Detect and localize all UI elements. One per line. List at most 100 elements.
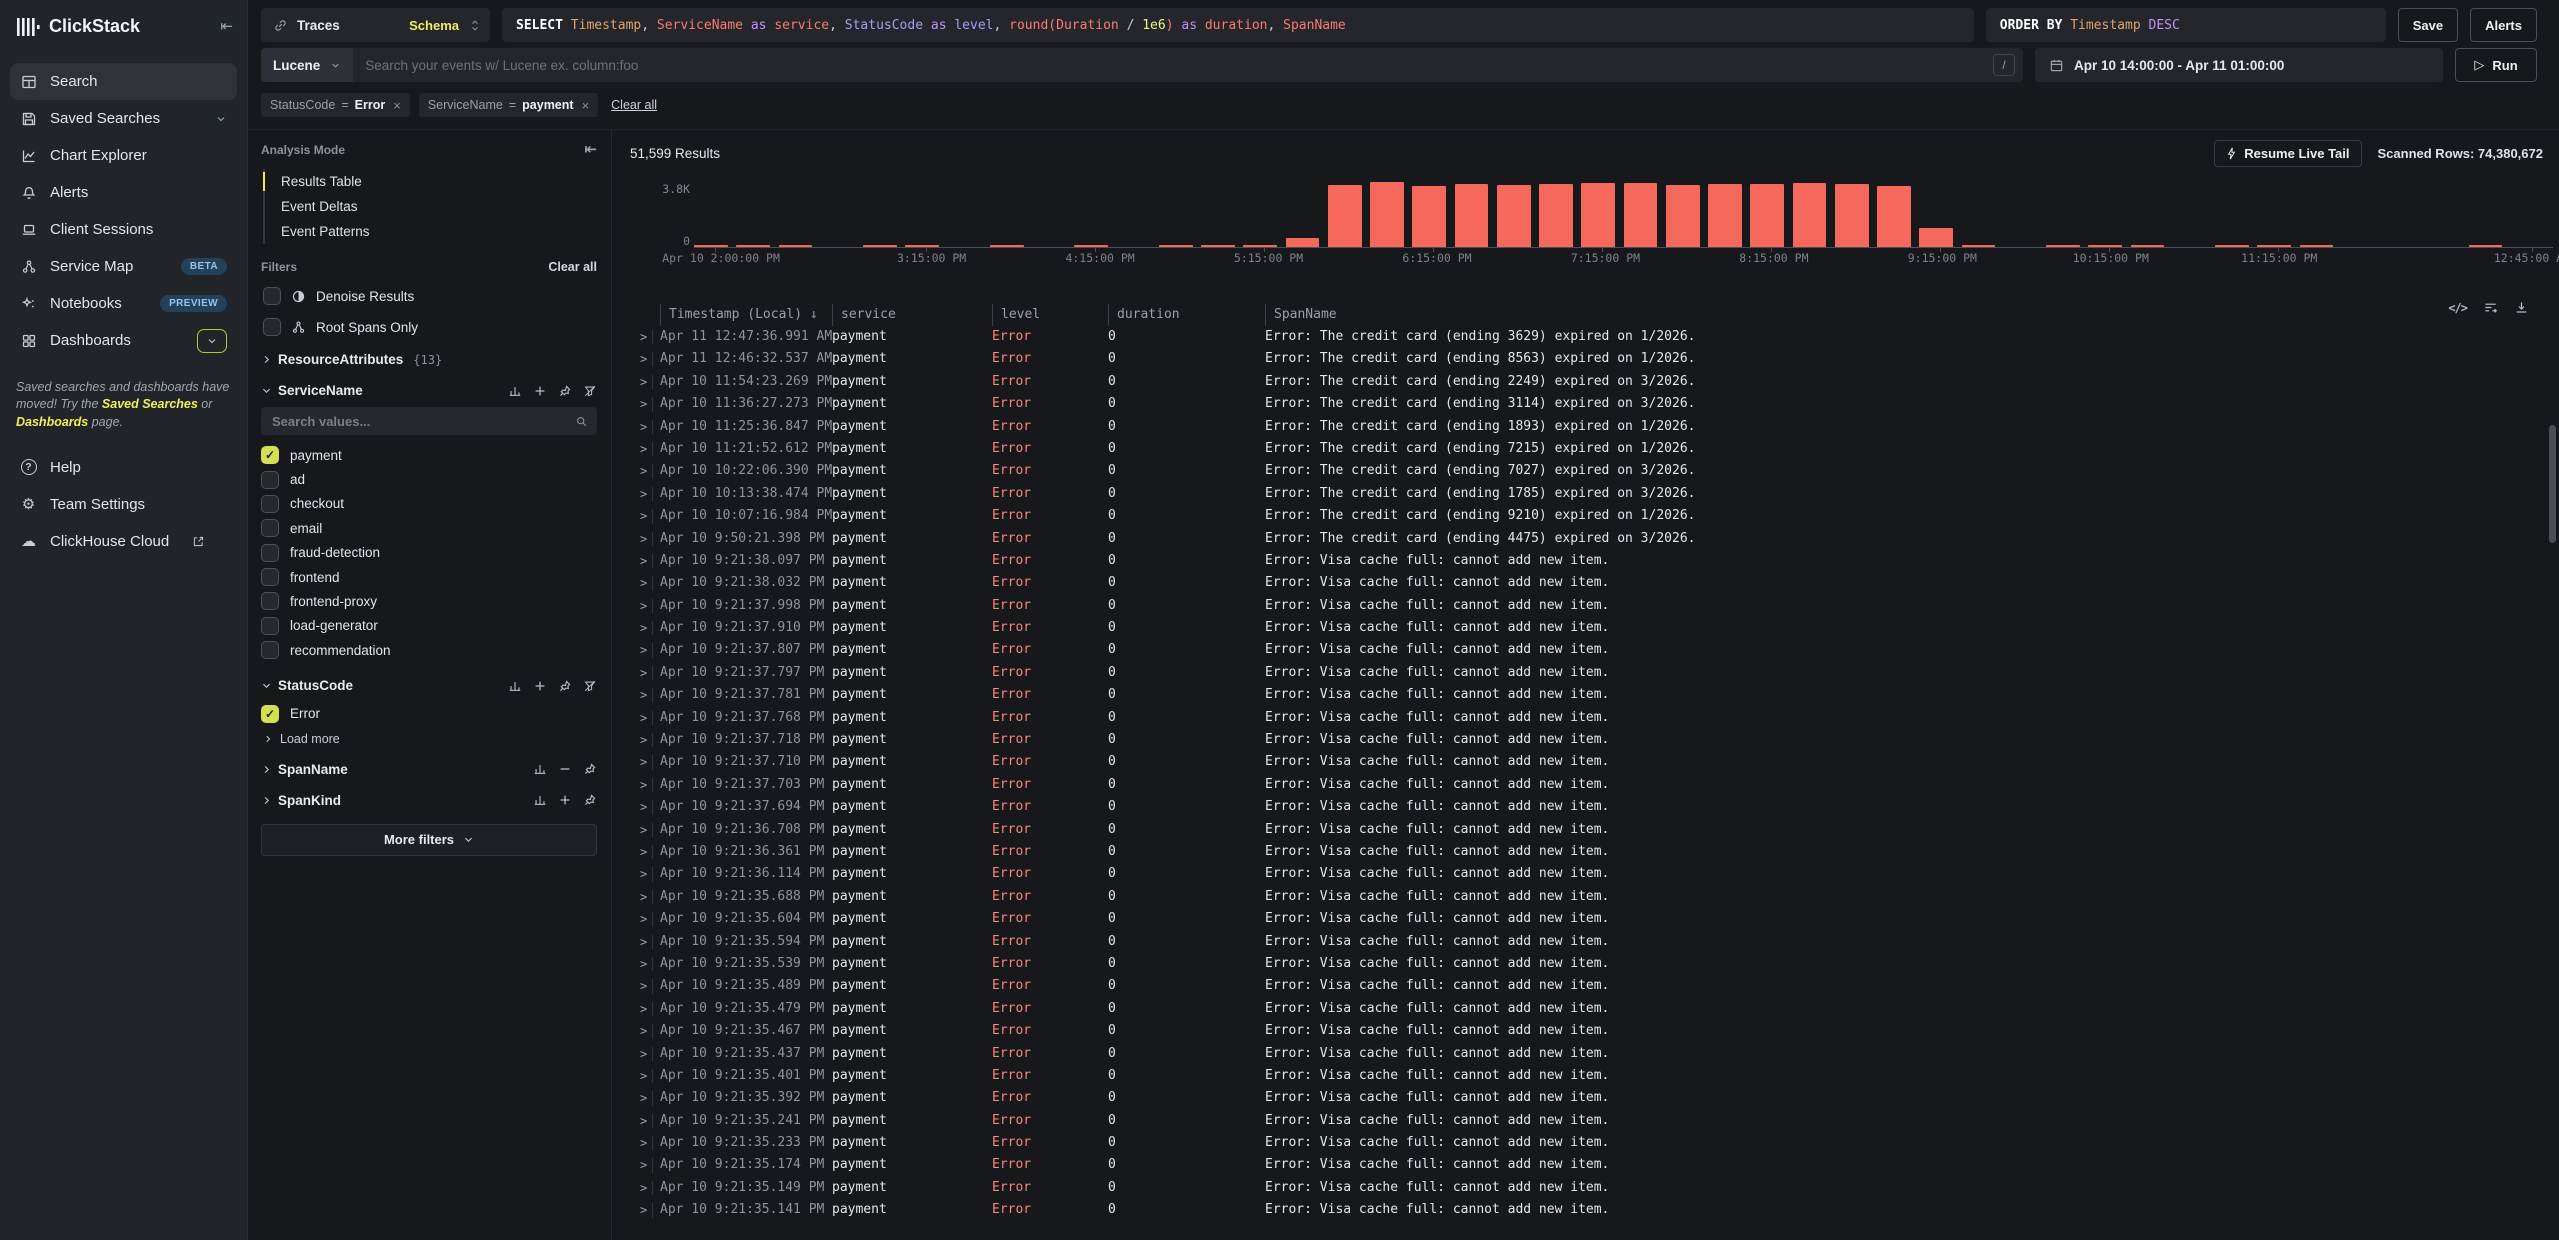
row-expand-chevron[interactable]: > xyxy=(630,953,652,975)
histogram-bar[interactable] xyxy=(1666,185,1700,247)
table-row[interactable]: >Apr 10 10:07:16.984 PMpaymentError0Erro… xyxy=(630,505,2559,527)
table-row[interactable]: >Apr 10 9:21:37.768 PMpaymentError0Error… xyxy=(630,707,2559,729)
source-selector[interactable]: Traces Schema xyxy=(261,8,490,42)
histogram-bar[interactable] xyxy=(1412,186,1446,247)
row-expand-chevron[interactable]: > xyxy=(630,1087,652,1109)
sidebar-item-team-settings[interactable]: ⚙ Team Settings xyxy=(10,486,237,523)
filter-option[interactable]: load-generator xyxy=(261,614,597,638)
table-row[interactable]: >Apr 10 9:21:35.467 PMpaymentError0Error… xyxy=(630,1020,2559,1042)
histogram-bar[interactable] xyxy=(1328,185,1362,247)
row-expand-chevron[interactable]: > xyxy=(630,886,652,908)
row-expand-chevron[interactable]: > xyxy=(630,931,652,953)
checkbox-checked[interactable]: ✓ xyxy=(261,446,279,464)
table-row[interactable]: >Apr 10 9:21:35.437 PMpaymentError0Error… xyxy=(630,1043,2559,1065)
column-header-spanname[interactable]: SpanName xyxy=(1265,304,2559,326)
add-filter-icon[interactable] xyxy=(558,793,572,807)
chip-remove-icon[interactable]: × xyxy=(393,98,401,113)
mode-results-table[interactable]: Results Table xyxy=(265,169,597,194)
sidebar-item-service-map[interactable]: Service Map BETA xyxy=(10,248,237,285)
sidebar-item-chart-explorer[interactable]: Chart Explorer xyxy=(10,137,237,174)
table-row[interactable]: >Apr 10 9:21:37.807 PMpaymentError0Error… xyxy=(630,639,2559,661)
table-header[interactable]: Timestamp (Local) ↓ service level durati… xyxy=(630,304,2559,326)
download-icon[interactable] xyxy=(2514,300,2529,315)
schema-button[interactable]: Schema xyxy=(409,18,459,33)
table-row[interactable]: >Apr 10 9:21:37.910 PMpaymentError0Error… xyxy=(630,617,2559,639)
histogram-bar[interactable] xyxy=(1286,238,1320,247)
dashboards-link[interactable]: Dashboards xyxy=(16,415,88,429)
checkbox[interactable] xyxy=(261,592,279,610)
column-header-timestamp[interactable]: Timestamp (Local) ↓ xyxy=(660,304,832,326)
row-expand-chevron[interactable]: > xyxy=(630,1199,652,1221)
histogram-bar[interactable] xyxy=(1243,245,1277,247)
table-row[interactable]: >Apr 10 9:21:35.688 PMpaymentError0Error… xyxy=(630,886,2559,908)
search-input[interactable] xyxy=(353,58,1993,73)
histogram-bar[interactable] xyxy=(2131,245,2165,247)
load-more-link[interactable]: Load more xyxy=(261,732,597,746)
histogram-bar[interactable] xyxy=(2088,245,2122,247)
checkbox[interactable] xyxy=(263,287,281,305)
pin-icon[interactable] xyxy=(583,762,597,776)
row-expand-chevron[interactable]: > xyxy=(630,684,652,706)
sidebar-item-search[interactable]: Search xyxy=(10,63,237,100)
row-expand-chevron[interactable]: > xyxy=(630,796,652,818)
checkbox[interactable] xyxy=(261,641,279,659)
table-row[interactable]: >Apr 11 12:46:32.537 AMpaymentError0Erro… xyxy=(630,348,2559,370)
filters-clear-all[interactable]: Clear all xyxy=(548,260,597,274)
filter-option[interactable]: recommendation xyxy=(261,638,597,662)
run-button[interactable]: ▷ Run xyxy=(2455,48,2537,82)
date-range-picker[interactable]: Apr 10 14:00:00 - Apr 11 01:00:00 xyxy=(2035,48,2443,82)
chart-toggle-icon[interactable] xyxy=(508,384,522,398)
table-row[interactable]: >Apr 11 12:47:36.991 AMpaymentError0Erro… xyxy=(630,326,2559,348)
denoise-results-toggle[interactable]: Denoise Results xyxy=(261,287,597,305)
row-expand-chevron[interactable]: > xyxy=(630,460,652,482)
table-row[interactable]: >Apr 10 9:21:37.797 PMpaymentError0Error… xyxy=(630,662,2559,684)
remove-filter-icon[interactable] xyxy=(558,762,572,776)
row-expand-chevron[interactable]: > xyxy=(630,662,652,684)
add-filter-icon[interactable] xyxy=(533,679,547,693)
histogram-bar[interactable] xyxy=(736,245,770,247)
histogram-bar[interactable] xyxy=(1370,182,1404,247)
table-row[interactable]: >Apr 10 9:21:36.361 PMpaymentError0Error… xyxy=(630,841,2559,863)
alerts-button[interactable]: Alerts xyxy=(2470,8,2537,42)
save-button[interactable]: Save xyxy=(2398,8,2458,42)
row-expand-chevron[interactable]: > xyxy=(630,1132,652,1154)
row-expand-chevron[interactable]: > xyxy=(630,617,652,639)
table-row[interactable]: >Apr 10 9:21:35.401 PMpaymentError0Error… xyxy=(630,1065,2559,1087)
sidebar-item-alerts[interactable]: Alerts xyxy=(10,174,237,211)
histogram-bar[interactable] xyxy=(863,245,897,247)
clear-all-filters-link[interactable]: Clear all xyxy=(611,98,657,112)
clear-filter-icon[interactable] xyxy=(583,384,597,398)
sidebar-item-clickhouse-cloud[interactable]: ☁ ClickHouse Cloud xyxy=(10,523,237,560)
histogram-bar[interactable] xyxy=(1074,245,1108,247)
table-row[interactable]: >Apr 10 9:21:37.703 PMpaymentError0Error… xyxy=(630,774,2559,796)
histogram-bar[interactable] xyxy=(2469,245,2503,247)
histogram-bar[interactable] xyxy=(1581,183,1615,247)
filter-option[interactable]: checkout xyxy=(261,492,597,516)
checkbox[interactable] xyxy=(261,568,279,586)
resume-live-tail-button[interactable]: Resume Live Tail xyxy=(2214,140,2361,167)
table-row[interactable]: >Apr 10 9:21:38.097 PMpaymentError0Error… xyxy=(630,550,2559,572)
row-expand-chevron[interactable]: > xyxy=(630,774,652,796)
row-expand-chevron[interactable]: > xyxy=(630,707,652,729)
servicename-header[interactable]: ServiceName xyxy=(261,383,597,398)
row-expand-chevron[interactable]: > xyxy=(630,908,652,930)
table-row[interactable]: >Apr 10 9:21:36.708 PMpaymentError0Error… xyxy=(630,819,2559,841)
row-expand-chevron[interactable]: > xyxy=(630,528,652,550)
table-row[interactable]: >Apr 10 9:21:35.141 PMpaymentError0Error… xyxy=(630,1199,2559,1221)
histogram-bar[interactable] xyxy=(1201,245,1235,247)
filter-chip[interactable]: ServiceName=payment× xyxy=(419,93,598,117)
clear-filter-icon[interactable] xyxy=(583,679,597,693)
row-expand-chevron[interactable]: > xyxy=(630,998,652,1020)
row-expand-chevron[interactable]: > xyxy=(630,841,652,863)
chart-toggle-icon[interactable] xyxy=(533,793,547,807)
checkbox[interactable] xyxy=(261,495,279,513)
table-row[interactable]: >Apr 10 9:21:35.489 PMpaymentError0Error… xyxy=(630,975,2559,997)
table-row[interactable]: >Apr 10 10:22:06.390 PMpaymentError0Erro… xyxy=(630,460,2559,482)
histogram-bar[interactable] xyxy=(1919,228,1953,247)
table-row[interactable]: >Apr 10 9:21:37.781 PMpaymentError0Error… xyxy=(630,684,2559,706)
language-selector[interactable]: Lucene xyxy=(261,48,353,82)
row-expand-chevron[interactable]: > xyxy=(630,371,652,393)
table-row[interactable]: >Apr 10 9:21:35.539 PMpaymentError0Error… xyxy=(630,953,2559,975)
clickstack-logo[interactable]: ClickStack xyxy=(16,16,140,37)
histogram-bar[interactable] xyxy=(1624,183,1658,247)
